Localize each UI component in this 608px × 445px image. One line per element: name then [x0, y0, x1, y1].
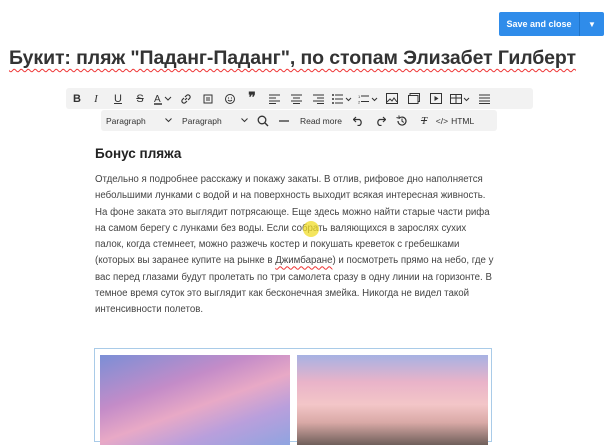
- table-icon[interactable]: [447, 88, 473, 109]
- image-icon[interactable]: [381, 88, 403, 109]
- beach-sunset-image[interactable]: [297, 355, 488, 445]
- chevron-down-icon: [241, 118, 248, 123]
- sunset-sky-image[interactable]: [100, 355, 290, 445]
- bold-icon[interactable]: B: [69, 88, 85, 109]
- save-options-dropdown[interactable]: ▼: [579, 12, 604, 36]
- formatting-toolbar: B I U S A ❞ 12: [66, 88, 533, 109]
- html-view-button[interactable]: </> HTML: [435, 110, 475, 131]
- save-and-close-button[interactable]: Save and close: [499, 12, 579, 36]
- link-icon[interactable]: [175, 88, 197, 109]
- caret-down-icon: ▼: [588, 19, 596, 29]
- numbered-list-icon[interactable]: 12: [355, 88, 381, 109]
- chevron-down-icon: [165, 118, 172, 123]
- html-label: HTML: [451, 115, 475, 126]
- align-left-icon[interactable]: [263, 88, 285, 109]
- underline-icon[interactable]: U: [107, 88, 129, 109]
- save-button-group: Save and close ▼: [499, 12, 604, 36]
- emoji-icon[interactable]: [219, 88, 241, 109]
- body-paragraph: Отдельно я подробнее расскажу и покажу з…: [95, 174, 494, 316]
- italic-icon[interactable]: I: [85, 88, 107, 109]
- justify-icon[interactable]: [473, 88, 495, 109]
- gallery-icon[interactable]: [403, 88, 425, 109]
- svg-text:2: 2: [358, 99, 361, 104]
- clear-format-icon[interactable]: T: [413, 110, 435, 131]
- misspelled-word: Джимбаране: [275, 255, 333, 267]
- history-icon[interactable]: [391, 110, 413, 131]
- svg-text:1: 1: [358, 94, 361, 99]
- article-title[interactable]: Букит: пляж "Паданг-Паданг", по стопам Э…: [9, 47, 604, 70]
- paragraph-style-value: Paragraph: [182, 115, 222, 126]
- text-color-icon[interactable]: A: [151, 88, 175, 109]
- video-icon[interactable]: [425, 88, 447, 109]
- horizontal-line-icon[interactable]: [273, 110, 295, 131]
- editor-content[interactable]: Бонус пляжа Отдельно я подробнее расскаж…: [95, 146, 495, 319]
- section-heading: Бонус пляжа: [95, 146, 182, 161]
- align-center-icon[interactable]: [285, 88, 307, 109]
- image-gallery[interactable]: [94, 348, 492, 445]
- read-more-button[interactable]: Read more: [295, 110, 347, 131]
- strikethrough-icon[interactable]: S: [129, 88, 151, 109]
- paragraph-format-select[interactable]: Paragraph: [101, 110, 177, 131]
- paragraph-style-select[interactable]: Paragraph: [177, 110, 253, 131]
- undo-icon[interactable]: [347, 110, 369, 131]
- search-icon[interactable]: [253, 110, 273, 131]
- redo-icon[interactable]: [369, 110, 391, 131]
- mouse-cursor-highlight: [303, 221, 319, 237]
- secondary-toolbar: Paragraph Paragraph Read more T </> HTML: [101, 110, 497, 131]
- align-right-icon[interactable]: [307, 88, 329, 109]
- quote-icon[interactable]: ❞: [241, 88, 263, 109]
- paragraph-format-value: Paragraph: [106, 115, 146, 126]
- link-list-icon[interactable]: [197, 88, 219, 109]
- bullet-list-icon[interactable]: [329, 88, 355, 109]
- code-icon: </>: [435, 115, 449, 126]
